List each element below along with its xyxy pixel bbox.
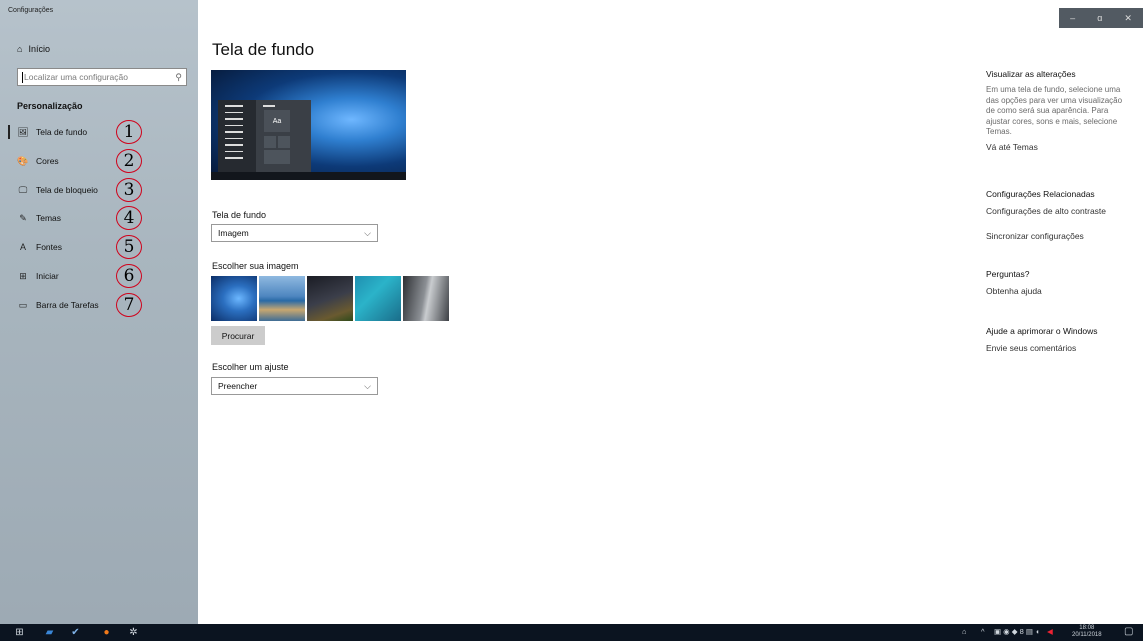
sidebar-item-tela-de-fundo[interactable]: 🖼 Tela de fundo xyxy=(0,118,198,146)
text-cursor xyxy=(22,71,23,83)
checkmark-app-icon[interactable]: ✔ xyxy=(70,627,81,638)
preview-window: Aa xyxy=(256,100,311,172)
home-label: Início xyxy=(28,44,50,54)
page-title: Tela de fundo xyxy=(212,40,315,59)
related-settings-section: Configurações Relacionadas Configurações… xyxy=(986,189,1126,241)
wallpaper-thumbnail[interactable] xyxy=(355,276,401,321)
sidebar-item-label: Tela de bloqueio xyxy=(36,185,98,195)
fit-label: Escolher um ajuste xyxy=(212,362,289,372)
background-type-label: Tela de fundo xyxy=(212,210,267,220)
sidebar-item-cores[interactable]: 🎨 Cores xyxy=(0,147,198,175)
chevron-down-icon: ⌵ xyxy=(364,227,371,238)
lock-screen-icon: 🖵 xyxy=(18,184,28,195)
preview-taskbar xyxy=(211,172,406,180)
wallpaper-thumbnail[interactable] xyxy=(307,276,353,321)
background-preview: Aa xyxy=(211,70,406,180)
minimize-button[interactable]: – xyxy=(1070,13,1075,23)
annotation-number-6: 6 xyxy=(116,264,142,288)
clock-date: 20/11/2018 xyxy=(1072,632,1102,638)
themes-icon: ✎ xyxy=(19,212,27,223)
annotation-number-7: 7 xyxy=(116,293,142,317)
annotation-number-1: 1 xyxy=(116,120,142,144)
sidebar-item-label: Temas xyxy=(36,213,62,223)
questions-heading: Perguntas? xyxy=(986,269,1030,279)
tray-app-icons[interactable]: ▣ ◉ ◆ 8 ▤ ◖ xyxy=(994,627,1040,636)
sync-settings-link[interactable]: Sincronizar configurações xyxy=(986,231,1126,241)
annotation-number-2: 2 xyxy=(116,149,142,173)
get-help-link[interactable]: Obtenha ajuda xyxy=(986,286,1126,296)
search-input[interactable]: Localizar uma configuração ⚲ xyxy=(17,68,187,86)
wallpaper-thumbnail[interactable] xyxy=(403,276,449,321)
high-contrast-link[interactable]: Configurações de alto contraste xyxy=(986,206,1126,216)
clock[interactable]: 18:08 20/11/2018 xyxy=(1072,625,1102,639)
preview-start-menu xyxy=(218,100,256,172)
sidebar-item-label: Fontes xyxy=(36,242,62,252)
restore-button[interactable]: ɑ xyxy=(1097,13,1102,23)
search-icon[interactable]: ⚲ xyxy=(175,72,182,83)
app-title: Configurações xyxy=(8,7,54,14)
wallpaper-thumbnail[interactable] xyxy=(259,276,305,321)
browse-button[interactable]: Procurar xyxy=(211,326,265,345)
chevron-down-icon: ⌵ xyxy=(364,380,371,391)
image-thumbnails xyxy=(211,276,449,321)
action-center-icon[interactable]: ▢ xyxy=(1124,626,1133,637)
fonts-icon: A xyxy=(19,242,26,252)
picture-icon: 🖼 xyxy=(17,126,29,137)
sidebar-item-label: Cores xyxy=(36,156,59,166)
volume-muted-icon[interactable]: ◀ xyxy=(1047,627,1053,636)
close-button[interactable]: ✕ xyxy=(1124,13,1132,24)
annotation-number-3: 3 xyxy=(116,178,142,202)
improve-windows-heading: Ajude a aprimorar o Windows xyxy=(986,326,1098,336)
people-icon[interactable]: ⌂ xyxy=(962,627,967,636)
annotation-number-5: 5 xyxy=(116,235,142,259)
section-label: Personalização xyxy=(17,101,83,111)
file-explorer-icon[interactable]: ▰ xyxy=(44,627,55,638)
related-settings-heading: Configurações Relacionadas xyxy=(986,189,1095,199)
themes-link[interactable]: Vá até Temas xyxy=(986,142,1126,152)
home-icon: ⌂ xyxy=(17,44,23,54)
sidebar-item-label: Tela de fundo xyxy=(36,127,88,137)
show-hidden-icons-icon[interactable]: ^ xyxy=(981,627,985,636)
sidebar-item-temas[interactable]: ✎ Temas xyxy=(0,204,198,232)
preview-changes-section: Visualizar as alterações Em uma tela de … xyxy=(986,69,1126,152)
improve-windows-section: Ajude a aprimorar o Windows Envie seus c… xyxy=(986,326,1126,353)
background-type-value: Imagem xyxy=(218,228,249,238)
palette-icon: 🎨 xyxy=(17,155,29,166)
fit-dropdown[interactable]: Preencher ⌵ xyxy=(211,377,378,395)
sidebar-item-label: Iniciar xyxy=(36,271,59,281)
sidebar-item-fontes[interactable]: A Fontes xyxy=(0,233,198,261)
questions-section: Perguntas? Obtenha ajuda xyxy=(986,269,1126,296)
sidebar-item-iniciar[interactable]: ⊞ Iniciar xyxy=(0,262,198,290)
firefox-icon[interactable]: ● xyxy=(101,627,112,638)
settings-gear-icon[interactable]: ✲ xyxy=(128,627,139,638)
clock-time: 18:08 xyxy=(1079,625,1095,631)
settings-sidebar: Configurações ⌂ Início Localizar uma con… xyxy=(0,0,198,624)
search-placeholder: Localizar uma configuração xyxy=(24,72,128,82)
window-controls: – ɑ ✕ xyxy=(1059,8,1143,28)
sidebar-item-label: Barra de Tarefas xyxy=(36,300,99,310)
background-type-dropdown[interactable]: Imagem ⌵ xyxy=(211,224,378,242)
annotation-number-4: 4 xyxy=(116,206,142,230)
feedback-link[interactable]: Envie seus comentários xyxy=(986,343,1126,353)
start-icon: ⊞ xyxy=(19,270,27,281)
preview-changes-heading: Visualizar as alterações xyxy=(986,69,1076,79)
choose-image-label: Escolher sua imagem xyxy=(212,261,299,271)
sidebar-item-tela-de-bloqueio[interactable]: 🖵 Tela de bloqueio xyxy=(0,176,198,204)
preview-changes-text: Em uma tela de fundo, selecione uma das … xyxy=(986,85,1123,136)
windows-start-icon[interactable]: ⊞ xyxy=(14,627,25,638)
preview-aa-tile: Aa xyxy=(264,110,290,132)
taskbar-icon: ▭ xyxy=(18,299,28,310)
fit-value: Preencher xyxy=(218,381,258,391)
sidebar-item-barra-de-tarefas[interactable]: ▭ Barra de Tarefas xyxy=(0,291,198,319)
taskbar: ⊞ ▰ ✔ ● ✲ ⌂ ^ ▣ ◉ ◆ 8 ▤ ◖ ◀ 18:08 20/11/… xyxy=(0,624,1143,641)
wallpaper-thumbnail[interactable] xyxy=(211,276,257,321)
home-link[interactable]: ⌂ Início xyxy=(17,44,50,54)
